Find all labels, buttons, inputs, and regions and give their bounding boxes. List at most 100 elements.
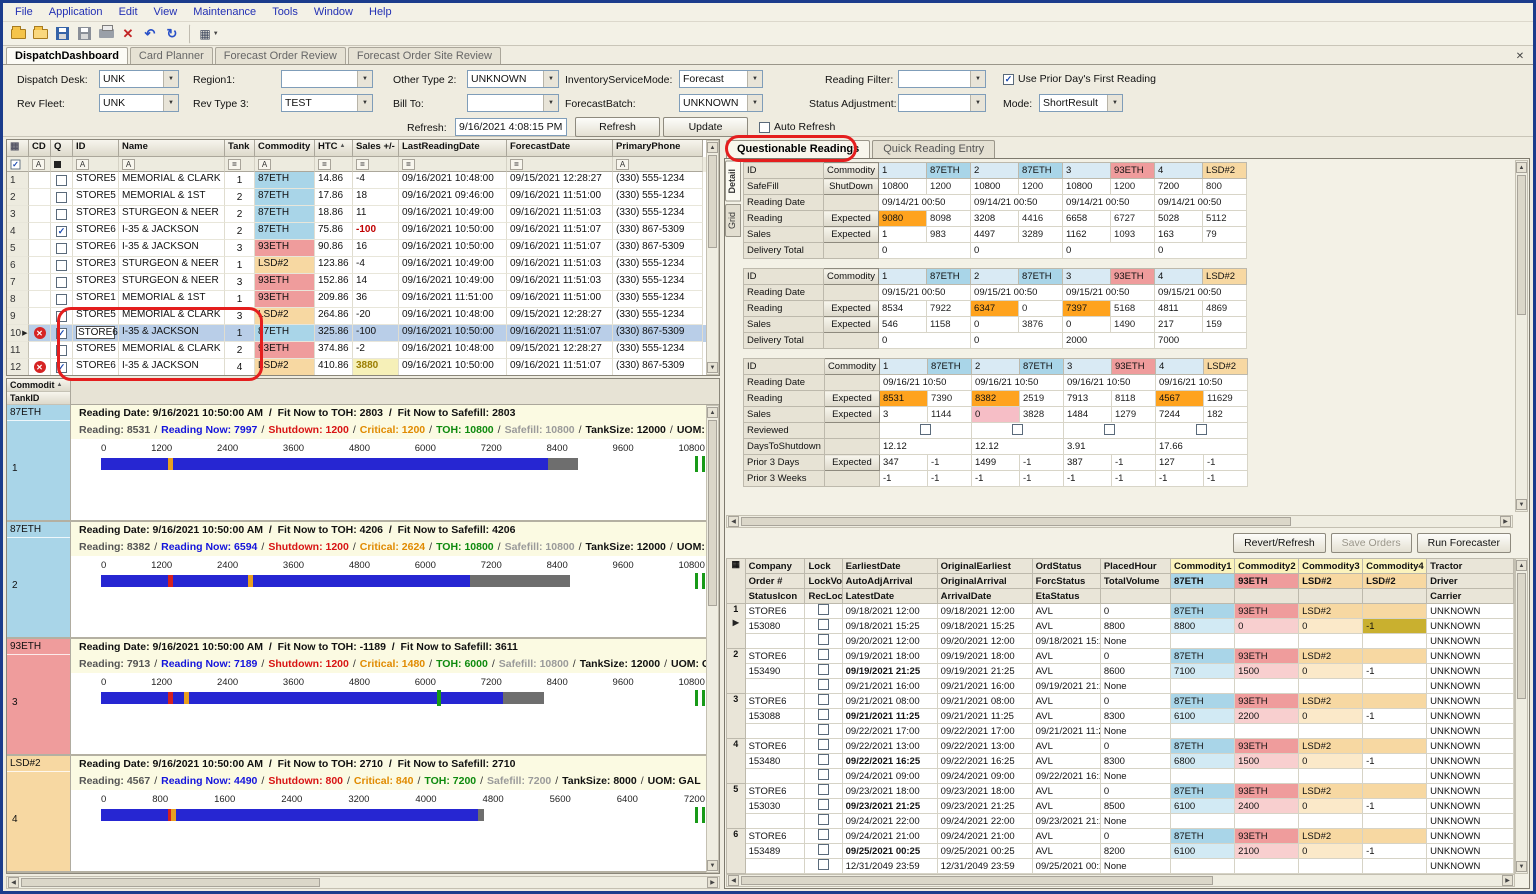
column-header-id[interactable]: ID <box>73 140 119 157</box>
value-cell[interactable]: 0 <box>971 243 1063 259</box>
tab-dispatchdashboard[interactable]: DispatchDashboard <box>6 47 128 64</box>
value-cell[interactable]: 09/14/21 00:50 <box>1063 195 1155 211</box>
value-cell[interactable]: 0 <box>1155 243 1247 259</box>
lock-checkbox[interactable] <box>818 649 829 660</box>
lock-checkbox[interactable] <box>818 784 829 795</box>
order-row[interactable]: 15349009/19/2021 21:2509/19/2021 21:25AV… <box>727 664 1514 679</box>
q-checkbox[interactable] <box>56 175 67 186</box>
expected-cell[interactable]: 1490 <box>1111 317 1155 333</box>
tab-quick-reading-entry[interactable]: Quick Reading Entry <box>872 140 995 158</box>
tank-detail-row[interactable]: 93ETH3Reading Date: 9/16/2021 10:50:00 A… <box>7 639 719 756</box>
lock-checkbox[interactable] <box>818 604 829 615</box>
filter-cd[interactable]: A <box>29 157 51 172</box>
expected-cell[interactable]: -1 <box>1019 471 1063 487</box>
refresh-button[interactable]: ↻ <box>161 24 183 44</box>
value-cell[interactable]: 347 <box>879 455 927 471</box>
orders-vscrollbar[interactable]: ▲▼ <box>1515 558 1528 874</box>
row-sublabel[interactable]: Expected <box>824 317 879 333</box>
orders-col-header[interactable]: 93ETH <box>1235 574 1299 589</box>
use-prior-day-checkbox[interactable]: Use Prior Day's First Reading <box>1003 73 1156 85</box>
tables-vscrollbar[interactable]: ▲▼ <box>1515 160 1528 512</box>
q-checkbox[interactable] <box>56 192 67 203</box>
tank-detail-row[interactable]: LSD#24Reading Date: 9/16/2021 10:50:00 A… <box>7 756 719 873</box>
order-row[interactable]: 6STORE609/24/2021 21:0009/24/2021 21:00A… <box>727 829 1514 844</box>
site-row[interactable]: 2STORE5MEMORIAL & 1ST287ETH17.861809/16/… <box>7 189 719 206</box>
orders-col-header[interactable] <box>1235 589 1299 604</box>
expected-cell[interactable]: 3289 <box>1019 227 1063 243</box>
value-cell[interactable]: 4567 <box>1155 391 1203 407</box>
expected-cell[interactable]: 4416 <box>1019 211 1063 227</box>
value-cell[interactable]: 09/15/21 00:50 <box>971 285 1063 301</box>
reading-filter-select[interactable]: ▼ <box>898 70 986 88</box>
value-cell[interactable]: -1 <box>1063 471 1111 487</box>
scroll-left-icon[interactable]: ◀ <box>728 875 739 886</box>
update-button[interactable]: Update <box>663 117 748 137</box>
site-row[interactable]: 4STORE6I-35 & JACKSON287ETH75.86-10009/1… <box>7 223 719 240</box>
value-cell[interactable]: 7200 <box>1155 179 1203 195</box>
expected-cell[interactable]: 983 <box>927 227 971 243</box>
rev-fleet-select[interactable]: UNK▼ <box>99 94 179 112</box>
value-cell[interactable]: 8382 <box>971 391 1019 407</box>
refresh-datetime-input[interactable]: 9/16/2021 4:08:15 PM <box>455 118 567 136</box>
dispatch-desk-select[interactable]: UNK▼ <box>99 70 179 88</box>
value-cell[interactable]: 6658 <box>1063 211 1111 227</box>
expected-cell[interactable]: -1 <box>1111 455 1155 471</box>
q-checkbox[interactable] <box>56 260 67 271</box>
bill-to-select[interactable]: ▼ <box>467 94 559 112</box>
orders-col-header[interactable]: Company <box>745 559 805 574</box>
scroll-left-icon[interactable]: ◀ <box>728 516 739 527</box>
orders-col-header[interactable]: AutoAdjArrival <box>842 574 937 589</box>
value-cell[interactable]: 0 <box>971 317 1019 333</box>
commodity-column-header[interactable]: Commodit▲ <box>7 379 70 392</box>
expected-cell[interactable]: 182 <box>1203 407 1247 423</box>
lock-checkbox[interactable] <box>818 634 829 645</box>
row-sublabel[interactable]: ShutDown <box>824 179 879 195</box>
value-cell[interactable]: 10800 <box>1063 179 1111 195</box>
expected-cell[interactable]: 800 <box>1203 179 1247 195</box>
value-cell[interactable]: 2000 <box>1063 333 1155 349</box>
expected-cell[interactable]: 7922 <box>927 301 971 317</box>
row-sublabel[interactable]: Expected <box>824 407 879 423</box>
other-type2-select[interactable]: UNKNOWN▼ <box>467 70 559 88</box>
lock-checkbox[interactable] <box>818 664 829 675</box>
filter-tank[interactable]: = <box>225 157 255 172</box>
value-cell[interactable]: 09/16/21 10:50 <box>1063 375 1155 391</box>
id-editor[interactable]: STORE6 <box>76 326 115 339</box>
save-button[interactable] <box>51 24 73 44</box>
scroll-left-icon[interactable]: ◀ <box>8 877 19 888</box>
orders-col-header[interactable]: LockVol <box>805 574 842 589</box>
orders-col-header[interactable]: Tractor <box>1427 559 1514 574</box>
filter-name[interactable]: A <box>119 157 225 172</box>
expected-cell[interactable]: -1 <box>927 455 971 471</box>
value-cell[interactable]: 3208 <box>971 211 1019 227</box>
filter-commodity[interactable]: A <box>255 157 315 172</box>
tab-forecast-order-site-review[interactable]: Forecast Order Site Review <box>348 47 501 64</box>
orders-col-header[interactable] <box>1100 589 1170 604</box>
expected-cell[interactable]: 1093 <box>1111 227 1155 243</box>
refresh-button[interactable]: Refresh <box>575 117 660 137</box>
orders-hscrollbar[interactable]: ◀▶ <box>726 874 1515 887</box>
tank-panel-vscrollbar[interactable]: ▲▼ <box>706 405 719 873</box>
order-row[interactable]: 3STORE609/21/2021 08:0009/21/2021 08:00A… <box>727 694 1514 709</box>
menu-tools[interactable]: Tools <box>264 4 306 20</box>
expected-cell[interactable]: 6727 <box>1111 211 1155 227</box>
expected-cell[interactable]: -1 <box>1203 471 1247 487</box>
filter-sales[interactable]: = <box>353 157 399 172</box>
site-row[interactable]: 1STORE5MEMORIAL & CLARK187ETH14.86-409/1… <box>7 172 719 189</box>
column-header-name[interactable]: Name <box>119 140 225 157</box>
site-row[interactable]: 7STORE3STURGEON & NEER393ETH152.861409/1… <box>7 274 719 291</box>
value-cell[interactable]: 3.91 <box>1063 439 1155 455</box>
scroll-down-icon[interactable]: ▼ <box>707 860 718 871</box>
expected-cell[interactable]: -1 <box>1111 471 1155 487</box>
orders-col-header[interactable]: PlacedHour <box>1100 559 1170 574</box>
value-cell[interactable]: 1 <box>879 227 927 243</box>
value-cell[interactable]: 5028 <box>1155 211 1203 227</box>
value-cell[interactable]: 0 <box>971 333 1063 349</box>
reviewed-checkbox[interactable] <box>1196 424 1207 435</box>
value-cell[interactable]: 8531 <box>879 391 927 407</box>
value-cell[interactable]: 163 <box>1155 227 1203 243</box>
expected-cell[interactable]: -1 <box>927 471 971 487</box>
value-cell[interactable]: 7000 <box>1155 333 1247 349</box>
site-row[interactable]: 12✕STORE6I-35 & JACKSON4LSD#2410.8638800… <box>7 359 719 376</box>
reviewed-checkbox[interactable] <box>1012 424 1023 435</box>
